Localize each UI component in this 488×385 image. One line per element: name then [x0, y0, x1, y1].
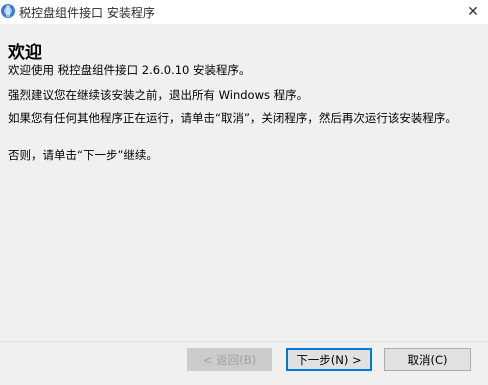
cancel-button[interactable]: 取消(C): [384, 348, 471, 371]
installer-window: 税控盘组件接口 安装程序 ✕ 欢迎 欢迎使用 税控盘组件接口 2.6.0.10 …: [0, 0, 488, 385]
welcome-text: 欢迎使用 税控盘组件接口 2.6.0.10 安装程序。: [8, 63, 251, 77]
footer-divider: [0, 341, 488, 342]
advice-text: 强烈建议您在继续该安装之前，退出所有 Windows 程序。: [8, 88, 309, 102]
back-button[interactable]: < 返回(B): [187, 348, 272, 371]
next-instruction-text: 否则，请单击“下一步”继续。: [8, 148, 158, 162]
cancel-instruction-text: 如果您有任何其他程序正在运行，请单击“取消”，关闭程序，然后再次运行该安装程序。: [8, 111, 457, 125]
page-title: 欢迎: [8, 43, 42, 63]
welcome-panel: 欢迎 欢迎使用 税控盘组件接口 2.6.0.10 安装程序。 强烈建议您在继续该…: [0, 24, 488, 334]
next-button[interactable]: 下一步(N) >: [286, 348, 372, 371]
window-title: 税控盘组件接口 安装程序: [19, 6, 155, 20]
title-bar: 税控盘组件接口 安装程序 ✕: [0, 0, 488, 24]
close-icon[interactable]: ✕: [458, 0, 488, 24]
installer-app-icon: [0, 3, 16, 19]
